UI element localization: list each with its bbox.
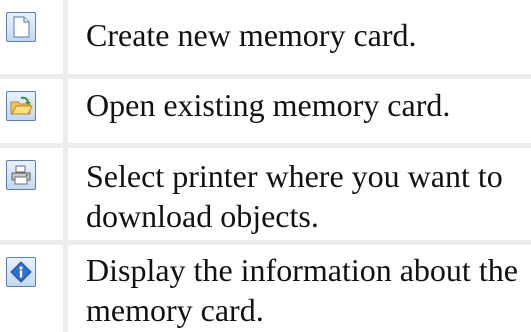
icon-cell [0, 0, 68, 74]
info-icon [6, 257, 36, 287]
icon-cell [0, 245, 68, 332]
printer-icon [6, 160, 36, 190]
row-description: Select printer where you want to downloa… [86, 158, 503, 234]
row-description: Open existing memory card. [86, 87, 451, 123]
icon-cell [0, 148, 68, 240]
table-row: Create new memory card. [0, 0, 531, 74]
open-folder-icon [6, 91, 36, 121]
row-description: Display the information about the memory… [86, 252, 518, 328]
icon-cell [0, 79, 68, 143]
new-document-icon [6, 12, 36, 42]
table-row: Open existing memory card. [0, 79, 531, 143]
row-description: Create new memory card. [86, 17, 417, 53]
table-row: Display the information about the memory… [0, 245, 531, 332]
toolbar-help-table: Create new memory card. Open existing me… [0, 0, 531, 332]
table-row: Select printer where you want to downloa… [0, 148, 531, 240]
